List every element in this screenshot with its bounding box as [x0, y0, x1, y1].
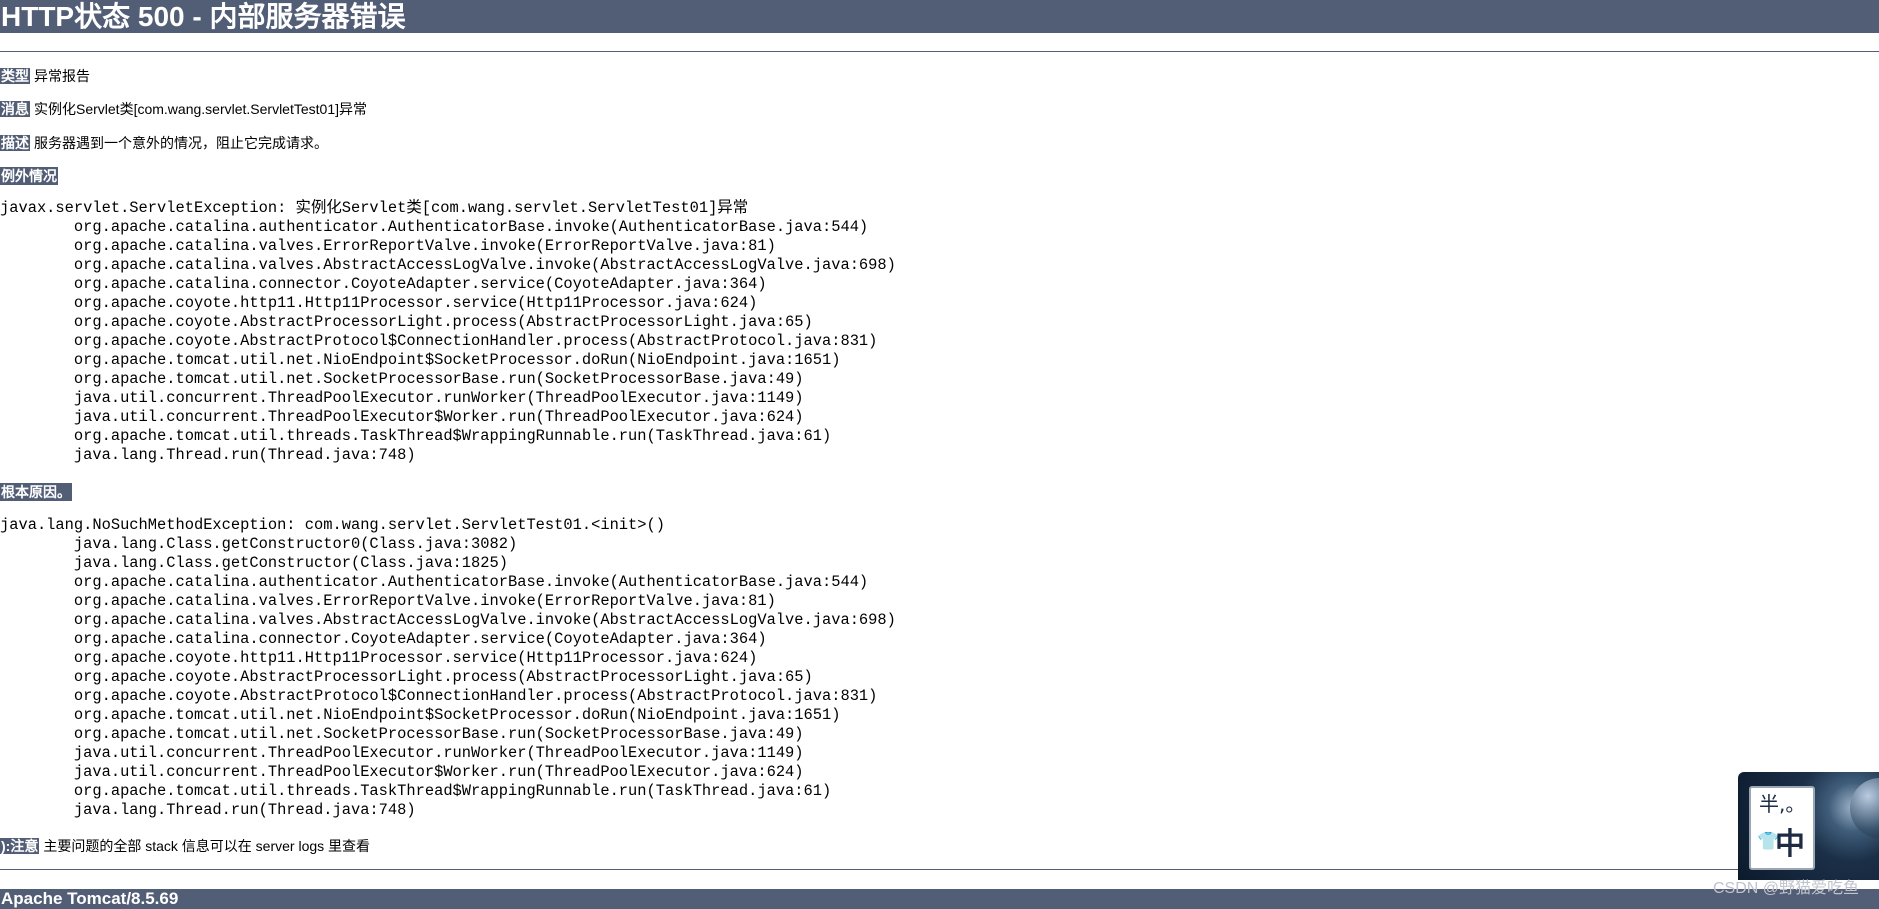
report-description-row: 描述 服务器遇到一个意外的情况，阻止它完成请求。: [0, 134, 328, 152]
report-type-row: 类型 异常报告: [0, 67, 90, 85]
root-cause-line: org.apache.catalina.authenticator.Authen…: [0, 573, 869, 591]
ime-mode-indicator: 中: [1775, 827, 1805, 862]
report-description-label: 描述: [0, 135, 30, 151]
report-message-value: 实例化Servlet类[com.wang.servlet.ServletTest…: [34, 101, 367, 117]
page-title: HTTP状态 500 - 内部服务器错误: [0, 0, 1879, 33]
root-cause-stack-trace: java.lang.NoSuchMethodException: com.wan…: [0, 516, 896, 820]
root-cause-line: java.lang.NoSuchMethodException: com.wan…: [0, 516, 665, 534]
root-cause-line: java.lang.Class.getConstructor0(Class.ja…: [0, 535, 518, 553]
root-cause-line: java.lang.Class.getConstructor(Class.jav…: [0, 554, 508, 572]
report-type-value: 异常报告: [34, 68, 90, 84]
exception-line: org.apache.coyote.http11.Http11Processor…: [0, 294, 758, 312]
exception-stack-trace: javax.servlet.ServletException: 实例化Servl…: [0, 199, 896, 465]
exception-line: org.apache.tomcat.util.net.SocketProcess…: [0, 370, 804, 388]
exception-line: java.lang.Thread.run(Thread.java:748): [0, 446, 416, 464]
report-type-label: 类型: [0, 68, 30, 84]
report-message-label: 消息: [0, 101, 30, 117]
note-label: ):注意: [0, 838, 40, 854]
exception-line: org.apache.coyote.AbstractProtocol$Conne…: [0, 332, 878, 350]
root-cause-line: org.apache.tomcat.util.net.SocketProcess…: [0, 725, 804, 743]
ime-status-card[interactable]: 半,。 👕 中: [1749, 786, 1815, 870]
exception-line: org.apache.catalina.connector.CoyoteAdap…: [0, 275, 767, 293]
exception-line: org.apache.catalina.valves.ErrorReportVa…: [0, 237, 776, 255]
exception-line: org.apache.catalina.valves.AbstractAcces…: [0, 256, 896, 274]
root-cause-line: org.apache.coyote.AbstractProcessorLight…: [0, 668, 813, 686]
root-cause-line: org.apache.coyote.AbstractProtocol$Conne…: [0, 687, 878, 705]
root-cause-line: org.apache.catalina.valves.AbstractAcces…: [0, 611, 896, 629]
report-message-row: 消息 实例化Servlet类[com.wang.servlet.ServletTe…: [0, 100, 367, 118]
root-cause-line: java.util.concurrent.ThreadPoolExecutor$…: [0, 763, 804, 781]
exception-line: java.util.concurrent.ThreadPoolExecutor.…: [0, 389, 804, 407]
footer-divider: [0, 869, 1879, 870]
root-cause-line: org.apache.catalina.valves.ErrorReportVa…: [0, 592, 776, 610]
exception-line: org.apache.tomcat.util.net.NioEndpoint$S…: [0, 351, 841, 369]
planet-image: [1850, 778, 1879, 838]
root-cause-line: org.apache.catalina.connector.CoyoteAdap…: [0, 630, 767, 648]
root-cause-line: java.lang.Thread.run(Thread.java:748): [0, 801, 416, 819]
root-cause-line: java.util.concurrent.ThreadPoolExecutor.…: [0, 744, 804, 762]
root-cause-line: org.apache.coyote.http11.Http11Processor…: [0, 649, 758, 667]
ime-toolbar-widget[interactable]: 半,。 👕 中: [1738, 772, 1879, 880]
root-cause-label: 根本原因。: [0, 483, 72, 501]
ime-punctuation-indicator: 半,。: [1759, 792, 1806, 816]
exception-line: javax.servlet.ServletException: 实例化Servl…: [0, 199, 749, 217]
root-cause-line: org.apache.tomcat.util.net.NioEndpoint$S…: [0, 706, 841, 724]
server-info: Apache Tomcat/8.5.69: [0, 889, 1879, 909]
report-description-value: 服务器遇到一个意外的情况，阻止它完成请求。: [34, 135, 328, 151]
exception-line: java.util.concurrent.ThreadPoolExecutor$…: [0, 408, 804, 426]
root-cause-line: org.apache.tomcat.util.threads.TaskThrea…: [0, 782, 832, 800]
csdn-watermark: CSDN @野猫爱吃鱼: [1712, 880, 1859, 897]
exception-label: 例外情况: [0, 167, 58, 185]
note-row: ):注意 主要问题的全部 stack 信息可以在 server logs 里查看: [0, 837, 370, 855]
exception-line: org.apache.tomcat.util.threads.TaskThrea…: [0, 427, 832, 445]
exception-line: org.apache.catalina.authenticator.Authen…: [0, 218, 869, 236]
header-divider: [0, 51, 1879, 52]
exception-line: org.apache.coyote.AbstractProcessorLight…: [0, 313, 813, 331]
note-text: 主要问题的全部 stack 信息可以在 server logs 里查看: [43, 838, 371, 854]
